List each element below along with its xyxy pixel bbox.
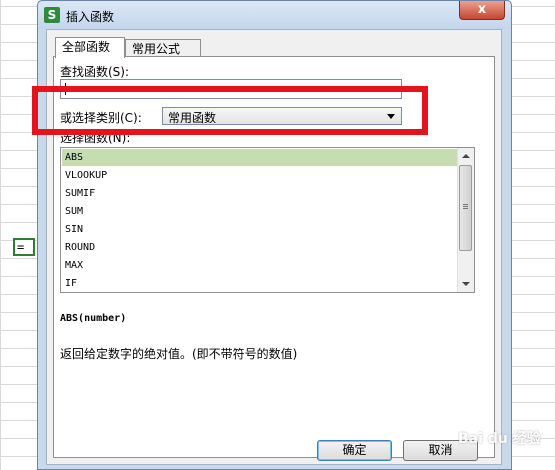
- function-list[interactable]: ABS VLOOKUP SUMIF SUM SIN ROUND MAX IF: [60, 147, 475, 293]
- list-item-sumif[interactable]: SUMIF: [62, 185, 458, 202]
- list-item-round[interactable]: ROUND: [62, 239, 458, 256]
- list-scrollbar[interactable]: [457, 148, 474, 292]
- scroll-down-arrow-icon[interactable]: [458, 276, 474, 292]
- close-button[interactable]: x: [459, 1, 505, 20]
- function-description: 返回给定数字的绝对值。(即不带符号的数值): [60, 347, 298, 361]
- red-highlight-box: [32, 86, 428, 135]
- search-label: 查找函数(S):: [60, 65, 130, 79]
- list-item-vlookup[interactable]: VLOOKUP: [62, 167, 458, 184]
- list-item-abs[interactable]: ABS: [62, 149, 458, 166]
- title-bar[interactable]: S 插入函数 x: [38, 1, 511, 29]
- scroll-up-arrow-icon[interactable]: [458, 148, 474, 164]
- tab-all-functions[interactable]: 全部函数: [55, 37, 125, 58]
- list-item-max[interactable]: MAX: [62, 257, 458, 274]
- list-item-if[interactable]: IF: [62, 275, 458, 292]
- insert-function-dialog: S 插入函数 x 全部函数 常用公式 查找函数(S): 或选择类别(C): 常用…: [37, 0, 512, 470]
- app-icon: S: [44, 7, 60, 23]
- dialog-title: 插入函数: [66, 10, 115, 24]
- active-cell[interactable]: =: [13, 238, 35, 256]
- list-item-sum[interactable]: SUM: [62, 203, 458, 220]
- ok-button[interactable]: 确定: [317, 440, 392, 461]
- function-signature: ABS(number): [60, 313, 127, 324]
- watermark-logo: Bai du 经验: [458, 431, 541, 447]
- scroll-thumb[interactable]: [459, 165, 472, 251]
- tab-common-formulas[interactable]: 常用公式: [125, 39, 201, 57]
- list-item-sin[interactable]: SIN: [62, 221, 458, 238]
- grip-icon: [463, 204, 468, 205]
